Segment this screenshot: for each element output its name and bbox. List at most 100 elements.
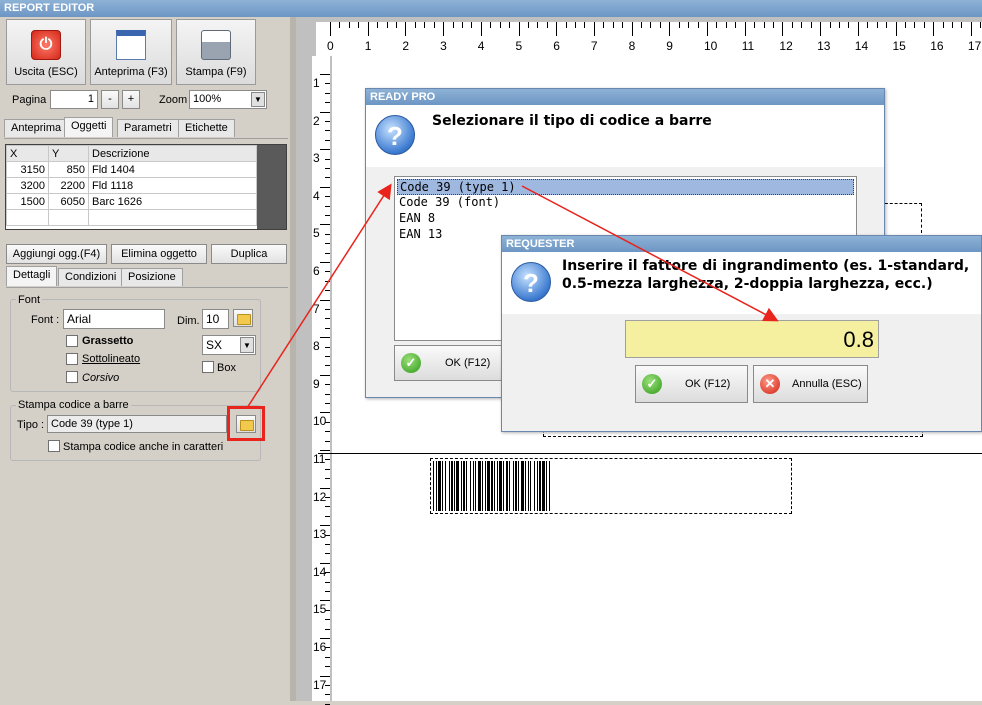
- app-title: REPORT EDITOR: [4, 2, 95, 14]
- col-descrizione[interactable]: Descrizione: [88, 145, 257, 162]
- ruler-tick: [325, 92, 330, 94]
- top-ruler: 0 1 2 3 4 5 6 7 8 9 10 11 12 13 14 15 16 17: [316, 22, 982, 56]
- ruler-tick: [612, 22, 614, 28]
- cell-desc: Barc 1626: [88, 193, 257, 210]
- list-item[interactable]: EAN 8: [395, 211, 856, 227]
- ruler-tick: [320, 487, 330, 489]
- barcode-bar: [494, 461, 495, 511]
- duplicate-button[interactable]: Duplica: [211, 244, 287, 264]
- barcode-bar: [436, 461, 437, 511]
- underline-checkbox[interactable]: [66, 353, 78, 365]
- tab-dettagli[interactable]: Dettagli: [6, 266, 58, 286]
- ruler-tick: [659, 22, 661, 28]
- tab-oggetti[interactable]: Oggetti: [64, 117, 114, 137]
- ruler-tick: [631, 22, 633, 36]
- ruler-tick-label: 3: [313, 151, 320, 166]
- cancel-button[interactable]: ✕ Annulla (ESC): [753, 365, 868, 403]
- font-group-title: Font: [16, 294, 43, 306]
- ok-button[interactable]: ✓ OK (F12): [394, 345, 504, 381]
- ruler-tick: [325, 327, 330, 329]
- barcode-bar: [442, 461, 443, 511]
- tab-anteprima[interactable]: Anteprima: [4, 119, 69, 137]
- ruler-tick: [325, 393, 330, 395]
- bold-checkbox[interactable]: [66, 335, 78, 347]
- col-y[interactable]: Y: [48, 145, 89, 162]
- ruler-tick-label: 17: [967, 39, 982, 53]
- ruler-tick: [735, 22, 737, 28]
- ruler-tick: [325, 534, 330, 536]
- folder-icon[interactable]: [233, 309, 253, 327]
- font-size-input[interactable]: 10: [202, 309, 229, 329]
- preview-button-label: Anteprima (F3): [94, 66, 168, 78]
- ruler-tick: [678, 22, 680, 28]
- main-tabs: Anteprima Oggetti Parametri Etichette: [4, 117, 288, 139]
- list-item[interactable]: Code 39 (font): [395, 195, 856, 211]
- exit-button[interactable]: ⏻ Uscita (ESC): [6, 19, 86, 85]
- ruler-tick-label: 16: [930, 39, 944, 53]
- folder-icon[interactable]: [236, 415, 256, 433]
- ruler-tick: [490, 22, 492, 28]
- ruler-tick: [320, 149, 330, 151]
- list-item-selected[interactable]: Code 39 (type 1): [397, 179, 854, 195]
- ruler-tick: [325, 130, 330, 132]
- tab-posizione[interactable]: Posizione: [121, 268, 183, 286]
- ok-button[interactable]: ✓ OK (F12): [635, 365, 748, 403]
- chevron-down-icon[interactable]: ▼: [240, 337, 254, 353]
- power-icon: ⏻: [31, 30, 61, 60]
- ruler-tick: [320, 600, 330, 602]
- ok-button-label: OK (F12): [685, 378, 731, 390]
- delete-object-button[interactable]: Elimina oggetto: [111, 244, 207, 264]
- ruler-tick: [325, 544, 330, 545]
- table-row[interactable]: 1500 6050 Barc 1626: [6, 193, 257, 210]
- ruler-tick: [518, 22, 520, 36]
- text-object-frame[interactable]: [880, 203, 922, 233]
- print-chars-checkbox[interactable]: [48, 440, 60, 452]
- chevron-down-icon[interactable]: ▼: [251, 92, 265, 107]
- ruler-tick: [480, 22, 482, 36]
- col-x[interactable]: X: [6, 145, 49, 162]
- ruler-tick: [537, 22, 539, 28]
- scale-factor-input[interactable]: 0.8: [625, 320, 879, 358]
- preview-button[interactable]: Anteprima (F3): [90, 19, 172, 85]
- ruler-tick: [848, 22, 850, 28]
- zoom-select[interactable]: 100% ▼: [189, 90, 267, 109]
- ruler-tick: [641, 22, 643, 28]
- tab-parametri[interactable]: Parametri: [117, 119, 179, 137]
- cell-y: 6050: [48, 193, 89, 210]
- barcode-bar: [521, 461, 524, 511]
- tab-etichette[interactable]: Etichette: [178, 119, 235, 137]
- ruler-tick: [716, 22, 718, 28]
- zoom-value: 100%: [193, 93, 222, 105]
- ruler-tick: [320, 675, 330, 677]
- ruler-tick: [622, 22, 624, 28]
- page-next-button[interactable]: +: [122, 90, 140, 109]
- ruler-tick: [424, 22, 426, 28]
- ruler-tick: [565, 22, 567, 28]
- add-object-button[interactable]: Aggiungi ogg.(F4): [6, 244, 107, 264]
- ruler-tick: [801, 22, 803, 28]
- ruler-tick: [810, 22, 812, 28]
- page-prev-button[interactable]: -: [101, 90, 119, 109]
- align-select[interactable]: SX ▼: [202, 335, 256, 355]
- ruler-tick: [707, 22, 708, 36]
- italic-checkbox[interactable]: [66, 371, 78, 383]
- tab-condizioni[interactable]: Condizioni: [58, 268, 124, 286]
- barcode-bar: [463, 461, 465, 511]
- page-input[interactable]: 1: [50, 90, 98, 109]
- ruler-tick: [325, 318, 330, 320]
- font-input[interactable]: Arial: [63, 309, 165, 329]
- ruler-tick: [725, 22, 727, 28]
- table-row[interactable]: 3150 850 Fld 1404: [6, 161, 257, 178]
- barcode-object[interactable]: [430, 458, 792, 514]
- box-checkbox[interactable]: [202, 361, 214, 373]
- align-value: SX: [206, 338, 223, 352]
- ruler-tick: [320, 186, 330, 188]
- ruler-tick: [509, 22, 511, 28]
- ruler-tick: [325, 290, 330, 292]
- barcode-type-label: Tipo :: [17, 419, 45, 431]
- ruler-tick: [325, 177, 330, 179]
- font-label: Font :: [31, 314, 60, 326]
- ruler-tick: [325, 553, 330, 555]
- table-row[interactable]: 3200 2200 Fld 1118: [6, 177, 257, 194]
- print-button[interactable]: Stampa (F9): [176, 19, 256, 85]
